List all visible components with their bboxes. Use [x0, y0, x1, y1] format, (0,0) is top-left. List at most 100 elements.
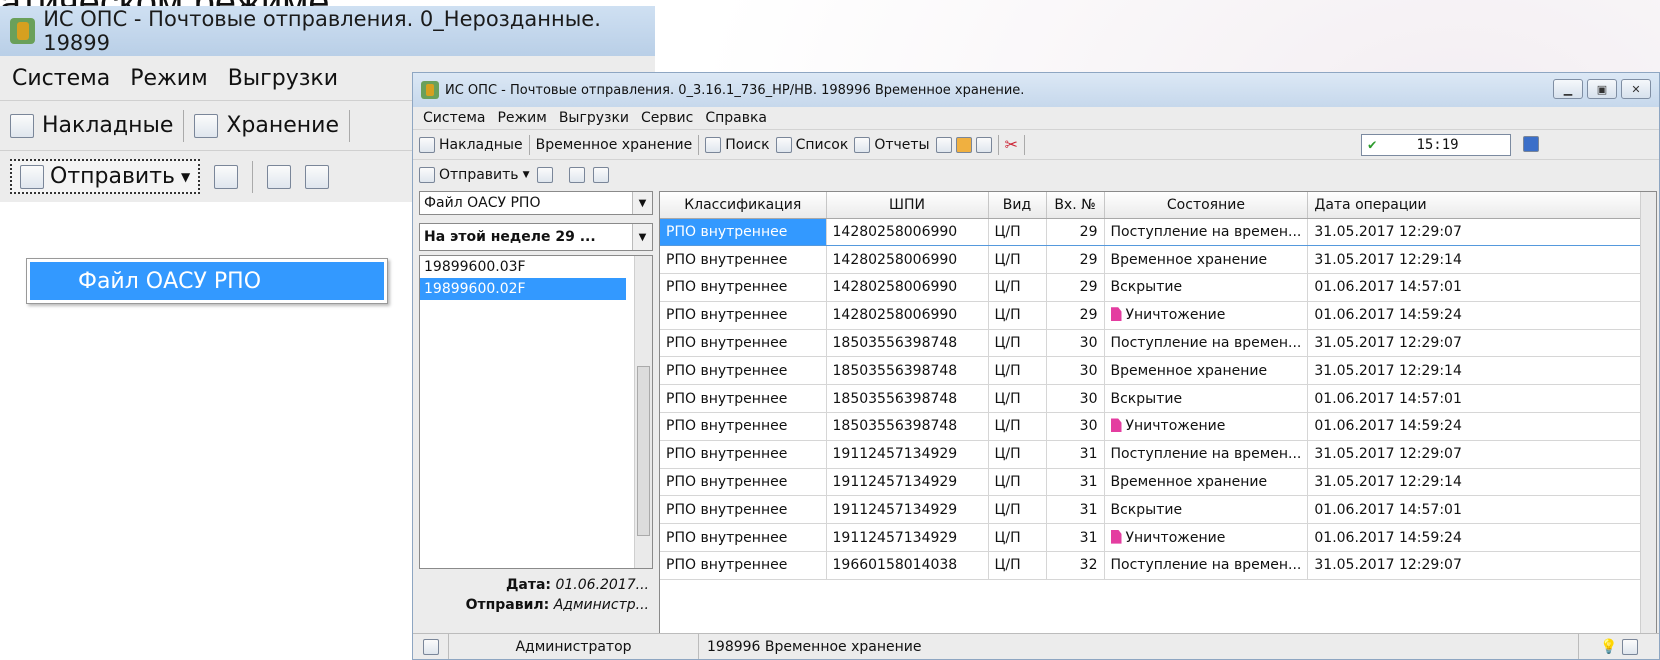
search-button[interactable]: Поиск — [705, 136, 770, 153]
list-button[interactable]: Список — [775, 136, 849, 153]
menu-mode[interactable]: Режим — [497, 110, 546, 126]
cell-state: Поступление на времен... — [1104, 329, 1309, 358]
send-button-label: Отправить — [50, 164, 176, 189]
archive-icon[interactable] — [955, 136, 972, 153]
file-item[interactable]: 19899600.03F — [420, 256, 652, 278]
table-row[interactable]: РПО внутреннее 19112457134929 Ц/П 31 Поступл… — [660, 440, 1649, 469]
cell-operation-date-text: 31.05.2017 12:29:07 — [1314, 557, 1462, 574]
doc-icon[interactable] — [935, 136, 952, 153]
invoices-button[interactable]: Накладные — [419, 136, 523, 153]
cell-barcode: 19660158014038 — [826, 551, 989, 580]
cell-classification-text: РПО внутреннее — [666, 362, 788, 379]
info-icon[interactable] — [975, 136, 992, 153]
menu-help[interactable]: Справка — [705, 110, 767, 126]
cell-type: Ц/П — [988, 468, 1047, 497]
file-date: Дата: 01.06.2017... — [419, 577, 653, 593]
table-row[interactable]: РПО внутреннее 14280258006990 Ц/П 29 Уничтож… — [660, 301, 1649, 330]
minimize-button[interactable]: ▁ — [1553, 79, 1583, 99]
save-icon[interactable] — [537, 166, 554, 183]
table-header: Классификация ШПИ Вид Вх. № Состояние Да… — [660, 192, 1649, 219]
reports-button[interactable]: Отчеты — [854, 136, 930, 153]
table-row[interactable]: РПО внутреннее 18503556398748 Ц/П 30 Уничтож… — [660, 412, 1649, 441]
menu-exports[interactable]: Выгрузки — [559, 110, 629, 126]
file-item-selected[interactable]: 19899600.02F — [420, 278, 626, 300]
cell-classification: РПО внутреннее — [660, 495, 827, 525]
file-list-scrollbar[interactable] — [634, 256, 652, 568]
menu-system[interactable]: Система — [423, 110, 485, 126]
table-row[interactable]: РПО внутреннее 14280258006990 Ц/П 29 Поступл… — [660, 217, 1649, 247]
cell-classification-text: РПО внутреннее — [666, 557, 788, 574]
main-window: ИС ОПС - Почтовые отправления. 0_3.16.1_… — [412, 72, 1660, 660]
save-icon[interactable] — [214, 164, 239, 189]
table-row[interactable]: РПО внутреннее 19112457134929 Ц/П 31 Уничтож… — [660, 523, 1649, 553]
cell-type-text: Ц/П — [994, 362, 1021, 379]
file-sender: Отправил: Администр... — [419, 597, 653, 613]
send-button[interactable]: Отправить ▼ — [10, 159, 201, 194]
cell-type-text: Ц/П — [994, 501, 1021, 518]
cell-type-text: Ц/П — [994, 251, 1021, 268]
chevron-down-icon[interactable]: ▼ — [632, 192, 652, 214]
cell-state-text: Временное хранение — [1110, 362, 1268, 379]
scrollbar-thumb[interactable] — [637, 366, 650, 536]
preview-icon[interactable] — [569, 166, 586, 183]
col-type[interactable]: Вид — [988, 192, 1047, 219]
list-label: Список — [795, 136, 849, 153]
file-type-select[interactable]: Файл ОАСУ РПО ▼ — [419, 191, 653, 215]
cell-type-text: Ц/П — [994, 390, 1021, 407]
col-inbound-number[interactable]: Вх. № — [1046, 192, 1105, 219]
cell-inbound-number: 30 — [1046, 412, 1105, 441]
col-operation-date[interactable]: Дата операции — [1307, 192, 1649, 219]
print-icon[interactable] — [305, 164, 330, 189]
status-doc-icon — [413, 634, 449, 659]
send-button[interactable]: Отправить ▼ — [419, 166, 530, 183]
table-row[interactable]: РПО внутреннее 19112457134929 Ц/П 31 Вскрыти… — [660, 495, 1649, 525]
operations-table: Классификация ШПИ Вид Вх. № Состояние Да… — [660, 192, 1649, 580]
table-row[interactable]: РПО внутреннее 14280258006990 Ц/П 29 Вскрыти… — [660, 273, 1649, 302]
storage-button[interactable]: Хранение — [226, 113, 339, 138]
cell-classification-text: РПО внутреннее — [666, 307, 788, 324]
reports-icon — [854, 136, 871, 153]
invoices-button[interactable]: Накладные — [42, 113, 173, 138]
preview-icon[interactable] — [267, 164, 292, 189]
toolbar-separator — [349, 109, 351, 142]
temp-storage-button[interactable]: Временное хранение — [536, 137, 693, 153]
close-button[interactable]: ✕ — [1621, 79, 1651, 99]
menu-system[interactable]: Система — [12, 66, 110, 91]
cell-type-text: Ц/П — [994, 474, 1021, 491]
col-classification[interactable]: Классификация — [660, 192, 827, 219]
menu-exports[interactable]: Выгрузки — [228, 66, 338, 91]
cell-classification: РПО внутреннее — [660, 356, 827, 386]
table-row[interactable]: РПО внутреннее 19112457134929 Ц/П 31 Временн… — [660, 468, 1649, 497]
maximize-button[interactable]: ▣ — [1587, 79, 1617, 99]
cell-inbound-number: 31 — [1046, 468, 1105, 497]
period-select[interactable]: На этой неделе 29 ... ▼ — [419, 223, 653, 251]
table-row[interactable]: РПО внутреннее 18503556398748 Ц/П 30 Временн… — [660, 356, 1649, 386]
table-row[interactable]: РПО внутреннее 18503556398748 Ц/П 30 Вскрыти… — [660, 384, 1649, 414]
cell-state-text: Поступление на времен... — [1110, 223, 1302, 240]
cell-state-text: Поступление на времен... — [1110, 557, 1302, 574]
menu-mode[interactable]: Режим — [130, 66, 208, 91]
cell-state-text: Вскрытие — [1110, 501, 1183, 518]
cell-operation-date-text: 01.06.2017 14:59:24 — [1314, 307, 1462, 324]
col-state[interactable]: Состояние — [1104, 192, 1309, 219]
chevron-down-icon[interactable]: ▼ — [632, 224, 652, 250]
send-icon — [20, 164, 44, 189]
table-row[interactable]: РПО внутреннее 18503556398748 Ц/П 30 Поступл… — [660, 329, 1649, 358]
tools-icon[interactable]: ✂ — [1005, 135, 1018, 154]
table-row[interactable]: РПО внутреннее 14280258006990 Ц/П 29 Временн… — [660, 245, 1649, 275]
cell-operation-date: 01.06.2017 14:57:01 — [1307, 384, 1649, 414]
cell-inbound-number: 31 — [1046, 523, 1105, 553]
menu-item-oasu-file[interactable]: Файл ОАСУ РПО — [30, 262, 384, 300]
menu-service[interactable]: Сервис — [641, 110, 693, 126]
cell-classification-text: РПО внутреннее — [666, 335, 788, 352]
cell-classification: РПО внутреннее — [660, 273, 827, 302]
col-barcode[interactable]: ШПИ — [826, 192, 989, 219]
operations-grid: Классификация ШПИ Вид Вх. № Состояние Да… — [659, 191, 1657, 637]
grid-scrollbar[interactable] — [1640, 192, 1656, 636]
help-icon[interactable] — [1523, 136, 1539, 152]
cell-state: Уничтожение — [1104, 301, 1309, 330]
cell-inbound-number: 29 — [1046, 273, 1105, 302]
chevron-down-icon: ▼ — [522, 169, 530, 180]
print-icon[interactable] — [593, 166, 610, 183]
table-row[interactable]: РПО внутреннее 19660158014038 Ц/П 32 Поступл… — [660, 551, 1649, 580]
